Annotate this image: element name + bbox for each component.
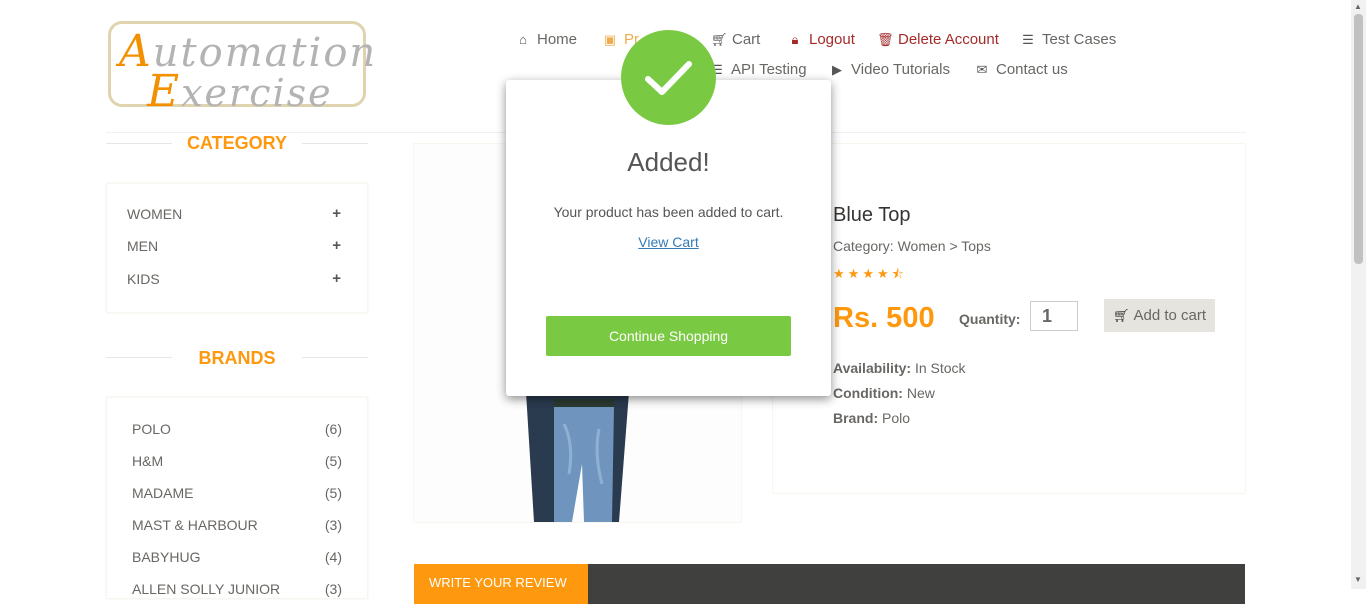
nav-cart[interactable]: 🛒︎ Cart [711,31,760,48]
nav-logout[interactable]: 🔒︎ Logout [788,31,855,48]
brand-count: (3) [324,581,342,597]
brand: Brand: Polo [833,410,910,426]
brand-mast-harbour[interactable]: MAST & HARBOUR [132,517,258,533]
youtube-play-icon: ▶ [832,61,842,77]
product-price: Rs. 500 [833,302,935,334]
lock-icon: 🔒︎ [791,31,799,47]
brand-count: (6) [324,421,342,437]
logo-line-2: Exercise [147,66,333,117]
nav-test-cases[interactable]: ☰ Test Cases [1021,31,1116,48]
brand-babyhug[interactable]: BABYHUG [132,549,200,565]
nav-home-label: Home [537,31,578,48]
checkmark-icon [645,61,692,95]
star-icon: ★ [847,266,863,281]
brand-value: Polo [882,410,911,426]
brand-count: (3) [324,517,342,533]
category-kids[interactable]: KIDS [127,271,160,287]
nav-api-testing-label: API Testing [731,61,807,78]
availability-label: Availability: [833,360,912,376]
nav-logout-label: Logout [809,31,855,48]
star-icon: ★ [862,266,877,281]
quantity-input[interactable]: 1 [1030,301,1078,331]
add-to-cart-label: Add to cart [1133,307,1207,324]
condition: Condition: New [833,385,935,401]
brand-count: (5) [324,485,342,501]
product-category: Category: Women > Tops [833,238,991,254]
nav-delete-account[interactable]: 🗑︎ Delete Account [877,31,999,48]
view-cart-link-wrap: View Cart [506,234,831,250]
nav-cart-label: Cart [732,31,761,48]
category-women[interactable]: WOMEN [127,206,182,222]
trash-icon: 🗑︎ [877,31,894,47]
star-icon: ★ [833,266,848,281]
product-name: Blue Top [833,204,911,226]
nav-contact-us[interactable]: ✉ Contact us [975,61,1068,78]
brand-madame[interactable]: MADAME [132,485,193,501]
continue-shopping-button[interactable]: Continue Shopping [546,316,791,356]
list-icon: ☰ [1022,31,1034,47]
nav-home[interactable]: ⌂ Home [516,31,577,48]
star-icon: ★ [876,266,892,281]
category-men[interactable]: MEN [127,238,158,254]
star-half-icon: ⯪ [891,266,907,281]
tab-write-review[interactable]: WRITE YOUR REVIEW [414,564,588,604]
nav-video-tutorials-label: Video Tutorials [851,61,950,78]
plus-icon[interactable]: + [332,205,341,222]
nav-delete-account-label: Delete Account [898,31,999,48]
brand-hm[interactable]: H&M [132,453,163,469]
modal-message: Your product has been added to cart. [553,204,784,220]
nav-contact-us-label: Contact us [996,61,1068,78]
scroll-up-arrow-icon[interactable]: ▲ [1354,2,1362,11]
nav-api-testing[interactable]: ☰ API Testing [710,61,807,78]
category-panel: WOMEN + MEN + KIDS + [106,183,368,313]
scrollbar-thumb[interactable] [1354,14,1363,264]
rating-stars: ★★★★⯪ [833,265,907,287]
nav-test-cases-label: Test Cases [1042,31,1117,48]
plus-icon[interactable]: + [332,270,341,287]
nav-video-tutorials[interactable]: ▶ Video Tutorials [830,61,950,78]
brands-title: BRANDS [198,348,276,368]
envelope-icon: ✉ [976,61,988,77]
scroll-down-arrow-icon[interactable]: ▼ [1354,575,1362,584]
home-icon: ⌂ [519,32,527,47]
brand-polo[interactable]: POLO [132,421,171,437]
condition-value: New [906,385,935,401]
quantity-label: Quantity: [959,311,1021,327]
cart-icon: 🛒︎ [1112,307,1130,323]
availability-value: In Stock [914,360,966,376]
view-cart-link[interactable]: View Cart [638,234,698,250]
brand-count: (5) [324,453,342,469]
brand-allen-solly-junior[interactable]: ALLEN SOLLY JUNIOR [132,581,280,597]
site-logo[interactable]: Automation Exercise [108,21,375,117]
condition-label: Condition: [833,385,903,401]
availability: Availability: In Stock [833,360,966,376]
add-to-cart-button[interactable]: 🛒︎ Add to cart [1104,299,1215,332]
brand-label: Brand: [833,410,879,426]
success-check-circle [621,30,716,125]
plus-icon[interactable]: + [332,237,341,254]
category-title: CATEGORY [186,133,287,153]
brands-panel: POLO (6) H&M (5) MADAME (5) MAST & HARBO… [106,397,368,599]
brand-count: (4) [324,549,342,565]
products-icon: ▣ [603,31,617,47]
modal-title: Added! [627,147,710,177]
